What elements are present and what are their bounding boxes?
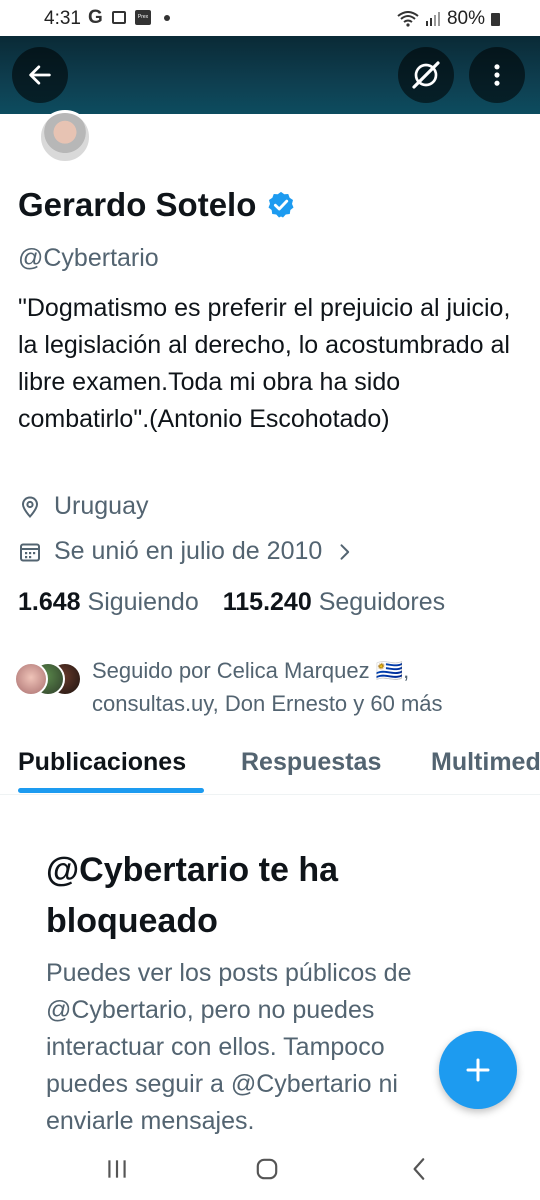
profile-location-row: Uruguay [18,492,149,521]
location-pin-icon [21,495,39,518]
followers-link[interactable]: 115.240 Seguidores [223,588,445,617]
chevron-right-icon [340,543,350,560]
profile-location: Uruguay [54,492,149,520]
follower-avatar [14,662,48,696]
compose-post-button[interactable] [439,1031,517,1109]
recents-button[interactable] [97,1152,137,1186]
tab-multimedia[interactable]: Multimedia [431,748,540,777]
followers-you-know-avatars [14,662,82,702]
grok-icon [412,61,440,89]
prex-notification-icon: Prex [135,10,151,25]
profile-bio: "Dogmatismo es preferir el prejuicio al … [18,294,511,433]
more-options-button[interactable] [469,47,525,103]
status-time: 4:31 [44,8,81,29]
home-icon [256,1158,278,1180]
home-button[interactable] [247,1152,287,1186]
google-notification-icon: G [88,7,103,28]
profile-stats: 1.648 Siguiendo 115.240 Seguidores [18,588,445,617]
wifi-icon [397,11,419,27]
back-chevron-icon [413,1158,425,1180]
verified-badge-icon[interactable] [266,190,296,220]
blocked-title: @Cybertario te ha bloqueado [46,851,339,940]
status-right: 80% [397,8,500,30]
calendar-icon [20,543,40,561]
profile-joined: Se unió en julio de 2010 [54,537,323,565]
more-vertical-icon [494,64,500,86]
profile-name: Gerardo Sotelo [18,186,257,223]
following-link[interactable]: 1.648 Siguiendo [18,588,199,617]
profile-avatar[interactable] [38,110,92,164]
grok-button[interactable] [398,47,454,103]
profile-tabs: Publicaciones Respuestas Multimedia [0,740,540,795]
android-navigation-bar [0,1138,540,1200]
battery-icon [491,12,500,26]
more-notifications-dot-icon [164,15,170,21]
arrow-left-icon [29,65,51,85]
followed-by-row[interactable]: Seguido por Celica Marquez 🇺🇾, consultas… [14,654,532,720]
recents-icon [108,1160,126,1178]
followed-by-text: Seguido por Celica Marquez 🇺🇾, consultas… [92,658,443,716]
profile-banner [0,36,540,114]
active-tab-indicator [18,788,204,793]
followers-count: 115.240 [222,588,312,616]
status-bar: 4:31 G Prex 80% [0,0,540,36]
signal-icon [425,12,440,26]
followers-label: Seguidores [318,588,446,616]
profile-handle: @Cybertario [18,244,159,272]
blocked-description: Puedes ver los posts públicos de @Cybert… [46,959,412,1135]
tab-publicaciones[interactable]: Publicaciones [18,748,186,777]
back-button[interactable] [12,47,68,103]
following-count: 1.648 [18,588,81,616]
following-label: Siguiendo [87,588,199,616]
plus-icon [466,1058,490,1082]
battery-percent: 80% [446,8,485,29]
profile-joined-row[interactable]: Se unió en julio de 2010 [18,537,354,566]
gallery-notification-icon [112,11,126,24]
system-back-button[interactable] [400,1152,440,1186]
tab-respuestas[interactable]: Respuestas [241,748,381,777]
profile-name-row: Gerardo Sotelo [18,186,296,224]
